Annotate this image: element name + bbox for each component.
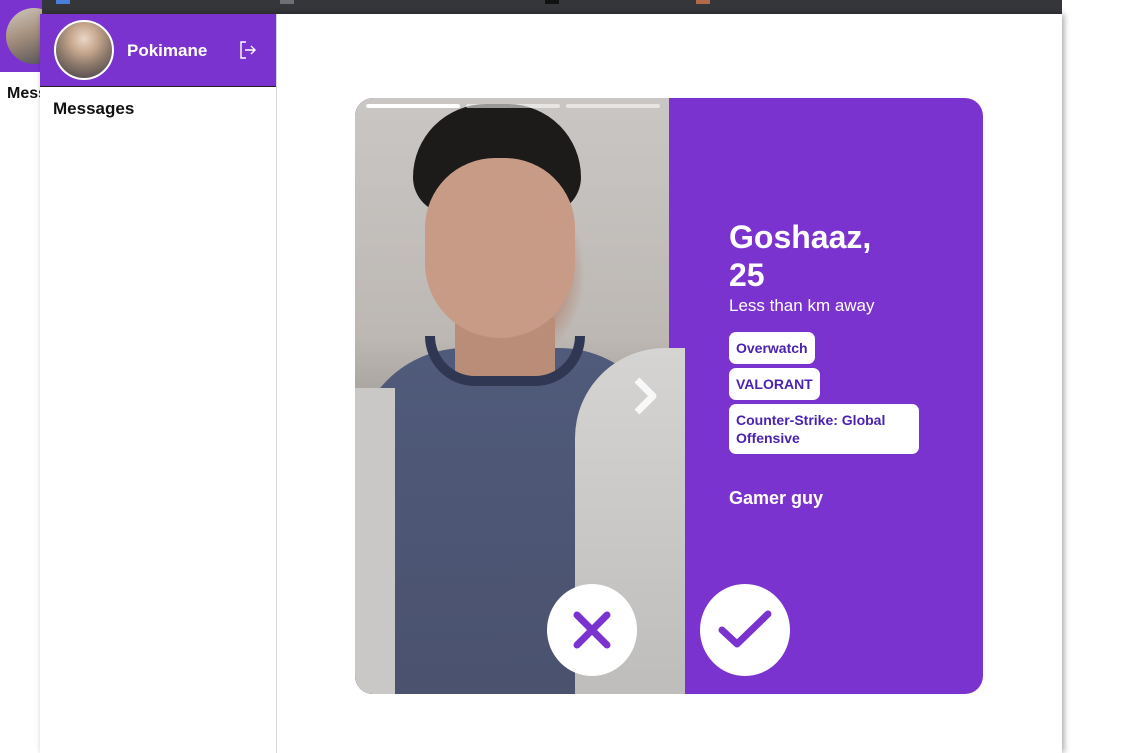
accept-button[interactable] <box>700 584 790 676</box>
browser-tab-strip <box>40 0 1062 14</box>
profile-bio: Gamer guy <box>729 488 824 508</box>
photo-progress <box>366 104 660 108</box>
profile-distance: Less than km away <box>729 296 875 315</box>
profile-card: Goshaaz, 25 Less than km away Overwatch … <box>355 98 983 694</box>
photo-face <box>425 158 575 338</box>
game-tag: VALORANT <box>729 368 820 400</box>
game-tag: Overwatch <box>729 332 815 364</box>
game-tag: Counter-Strike: Global Offensive <box>729 404 919 454</box>
user-name: Pokimane <box>127 41 208 60</box>
background-nav-label: Messages <box>7 85 41 102</box>
tab-favicon <box>545 0 559 4</box>
background-avatar <box>6 8 42 64</box>
photo-sleeve <box>355 388 395 694</box>
photo-progress-segment[interactable] <box>366 104 460 108</box>
photo-progress-segment[interactable] <box>566 104 660 108</box>
reject-button[interactable] <box>547 584 637 676</box>
profile-name-age: Goshaaz, 25 <box>729 219 872 293</box>
tab-favicon <box>696 0 710 4</box>
sidebar: Pokimane Messages <box>40 14 277 753</box>
sidebar-item-messages[interactable]: Messages <box>53 99 134 119</box>
tab-favicon <box>56 0 70 4</box>
user-avatar[interactable] <box>54 20 114 80</box>
tab-favicon <box>280 0 294 4</box>
profile-info: Goshaaz, 25 Less than km away Overwatch … <box>729 218 949 509</box>
logout-icon[interactable] <box>238 40 258 60</box>
chevron-right-icon[interactable] <box>629 376 659 416</box>
sidebar-header: Pokimane <box>40 14 276 87</box>
background-window: Messages <box>0 0 42 753</box>
photo-progress-segment[interactable] <box>466 104 560 108</box>
app-window: Pokimane Messages Goshaaz, 25 Less than … <box>40 14 1062 753</box>
check-icon <box>718 610 772 648</box>
photo-collar <box>425 336 585 386</box>
game-tags: Overwatch VALORANT Counter-Strike: Globa… <box>729 332 949 458</box>
background-header <box>0 0 42 72</box>
close-icon <box>573 611 611 649</box>
